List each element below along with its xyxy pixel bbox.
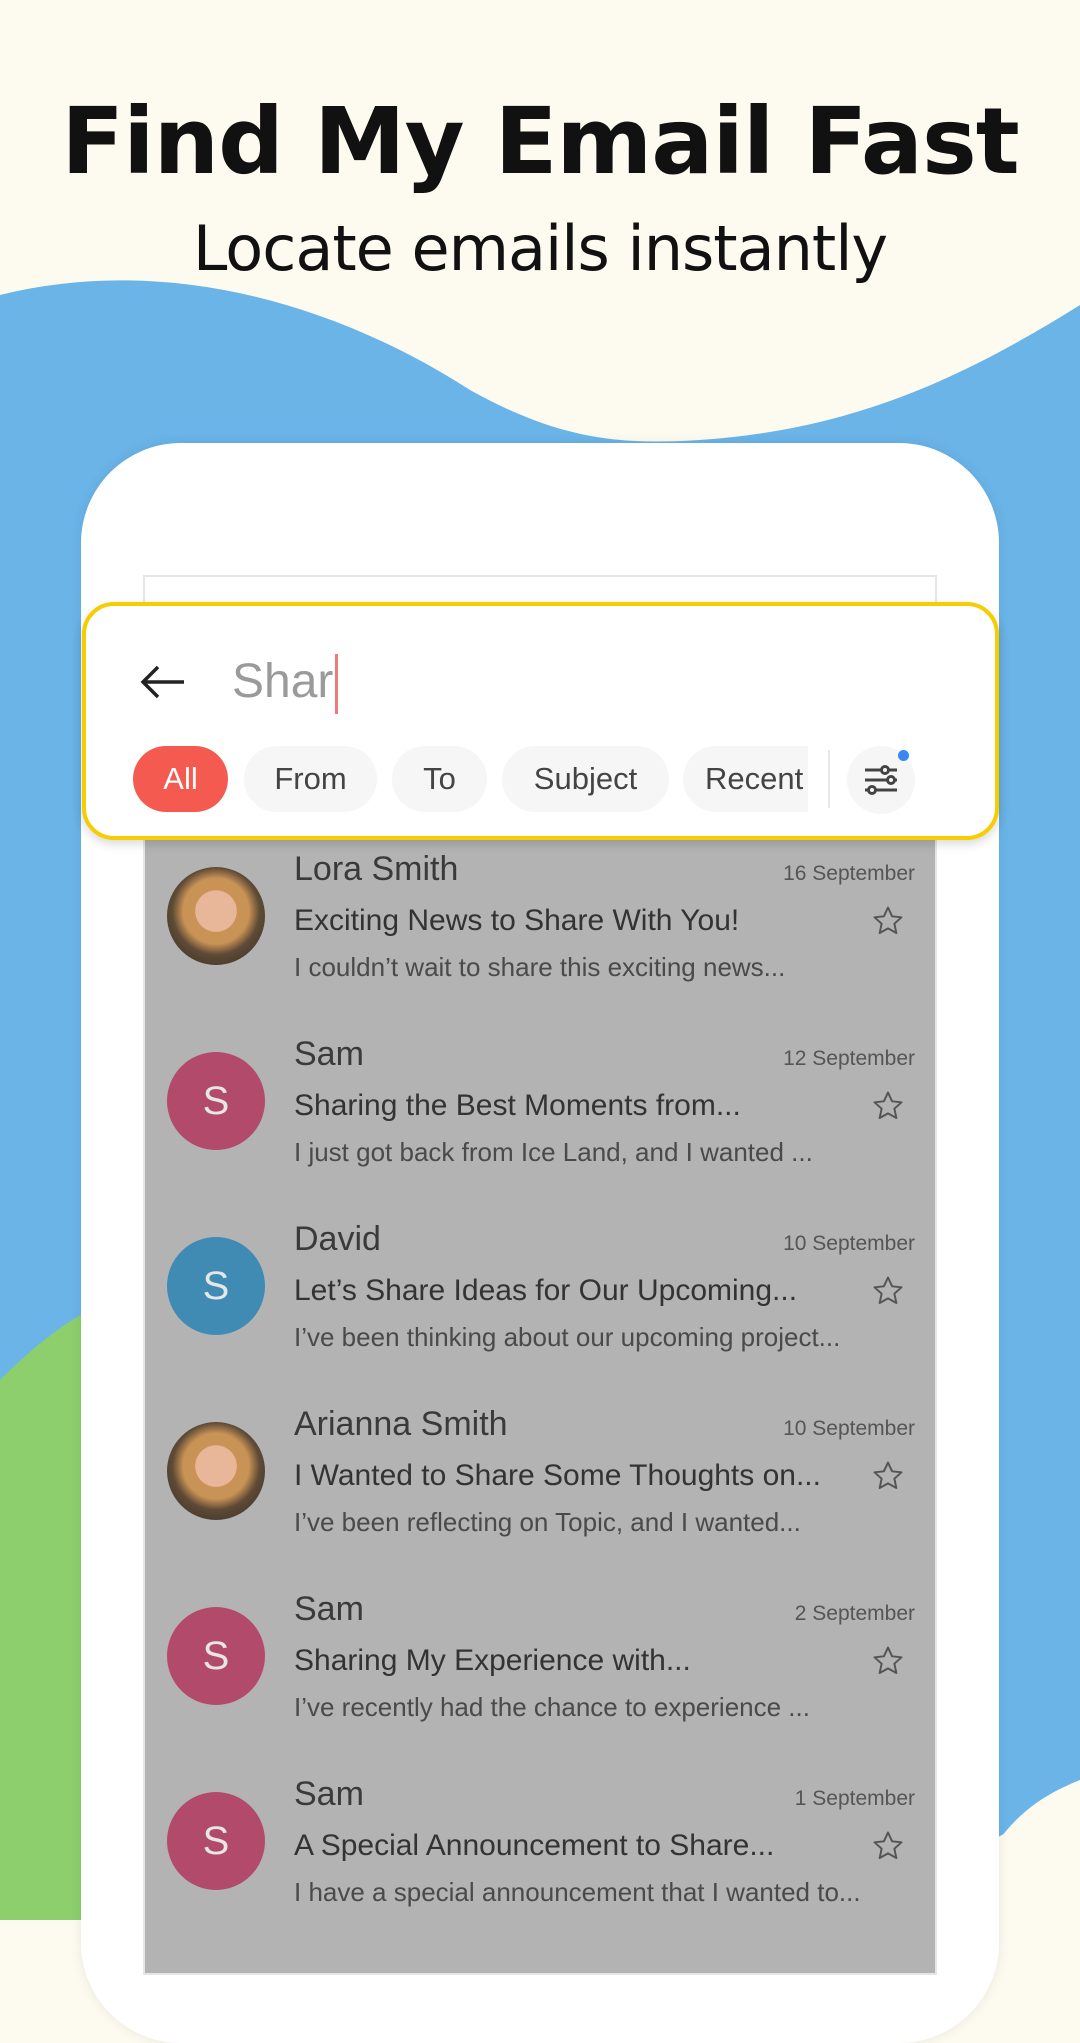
email-subject: Let’s Share Ideas for Our Upcoming...	[294, 1274, 798, 1307]
avatar: S	[167, 1792, 265, 1890]
avatar	[167, 1422, 265, 1520]
email-date: 16 September	[783, 862, 915, 885]
email-subject: I Wanted to Share Some Thoughts on...	[294, 1459, 821, 1492]
star-icon[interactable]	[871, 1274, 905, 1308]
email-preview: I’ve recently had the chance to experien…	[294, 1692, 810, 1722]
sender-name: Lora Smith	[294, 850, 459, 888]
avatar: S	[167, 1052, 265, 1150]
avatar: S	[167, 1607, 265, 1705]
search-input[interactable]: Shar	[232, 654, 339, 715]
email-subject: Sharing My Experience with...	[294, 1644, 691, 1677]
sender-name: David	[294, 1220, 381, 1258]
search-query: Shar	[232, 655, 334, 708]
sender-name: Sam	[294, 1590, 364, 1628]
email-preview: I have a special announcement that I wan…	[294, 1877, 861, 1907]
email-subject: A Special Announcement to Share...	[294, 1829, 775, 1862]
email-date: 10 September	[783, 1232, 915, 1255]
sender-name: Sam	[294, 1035, 364, 1073]
arrow-left-icon[interactable]	[138, 662, 188, 702]
sender-name: Arianna Smith	[294, 1405, 508, 1443]
email-preview: I couldn’t wait to share this exciting n…	[294, 952, 786, 982]
email-row[interactable]: S David 10 September Let’s Share Ideas fo…	[145, 1210, 935, 1395]
chip-from[interactable]: From	[244, 746, 377, 812]
email-date: 12 September	[783, 1047, 915, 1070]
email-row[interactable]: S Sam 1 September A Special Announcement …	[145, 1765, 935, 1950]
sender-name: Sam	[294, 1775, 364, 1813]
star-icon[interactable]	[871, 1829, 905, 1863]
page-subtitle: Locate emails instantly	[192, 212, 888, 285]
email-row[interactable]: S Sam 2 September Sharing My Experience w…	[145, 1580, 935, 1765]
page-title: Find My Email Fast	[61, 88, 1019, 195]
avatar	[167, 867, 265, 965]
avatar: S	[167, 1237, 265, 1335]
star-icon[interactable]	[871, 1089, 905, 1123]
email-date: 10 September	[783, 1417, 915, 1440]
email-row[interactable]: S Sam 12 September Sharing the Best Momen…	[145, 1025, 935, 1210]
filter-active-dot	[898, 750, 909, 761]
email-date: 2 September	[794, 1602, 915, 1625]
text-caret	[335, 654, 339, 715]
chip-to[interactable]: To	[392, 746, 487, 812]
email-preview: I’ve been thinking about our upcoming pr…	[294, 1322, 841, 1352]
email-subject: Exciting News to Share With You!	[294, 904, 740, 937]
email-list: Lora Smith 16 September Exciting News to…	[145, 840, 935, 1973]
chip-divider	[828, 750, 830, 808]
chip-all[interactable]: All	[133, 746, 228, 812]
email-row[interactable]: Lora Smith 16 September Exciting News to…	[145, 840, 935, 1025]
star-icon[interactable]	[871, 1459, 905, 1493]
email-preview: I’ve been reflecting on Topic, and I wan…	[294, 1507, 801, 1537]
chip-subject[interactable]: Subject	[502, 746, 669, 812]
star-icon[interactable]	[871, 904, 905, 938]
green-wave	[0, 1310, 90, 1920]
star-icon[interactable]	[871, 1644, 905, 1678]
email-preview: I just got back from Ice Land, and I wan…	[294, 1137, 813, 1167]
email-date: 1 September	[794, 1787, 915, 1810]
chip-recent[interactable]: Recent	[683, 746, 808, 812]
email-subject: Sharing the Best Moments from...	[294, 1089, 741, 1122]
search-panel: Shar All From To Subject Recent	[82, 602, 999, 840]
email-row[interactable]: Arianna Smith 10 September I Wanted to S…	[145, 1395, 935, 1580]
